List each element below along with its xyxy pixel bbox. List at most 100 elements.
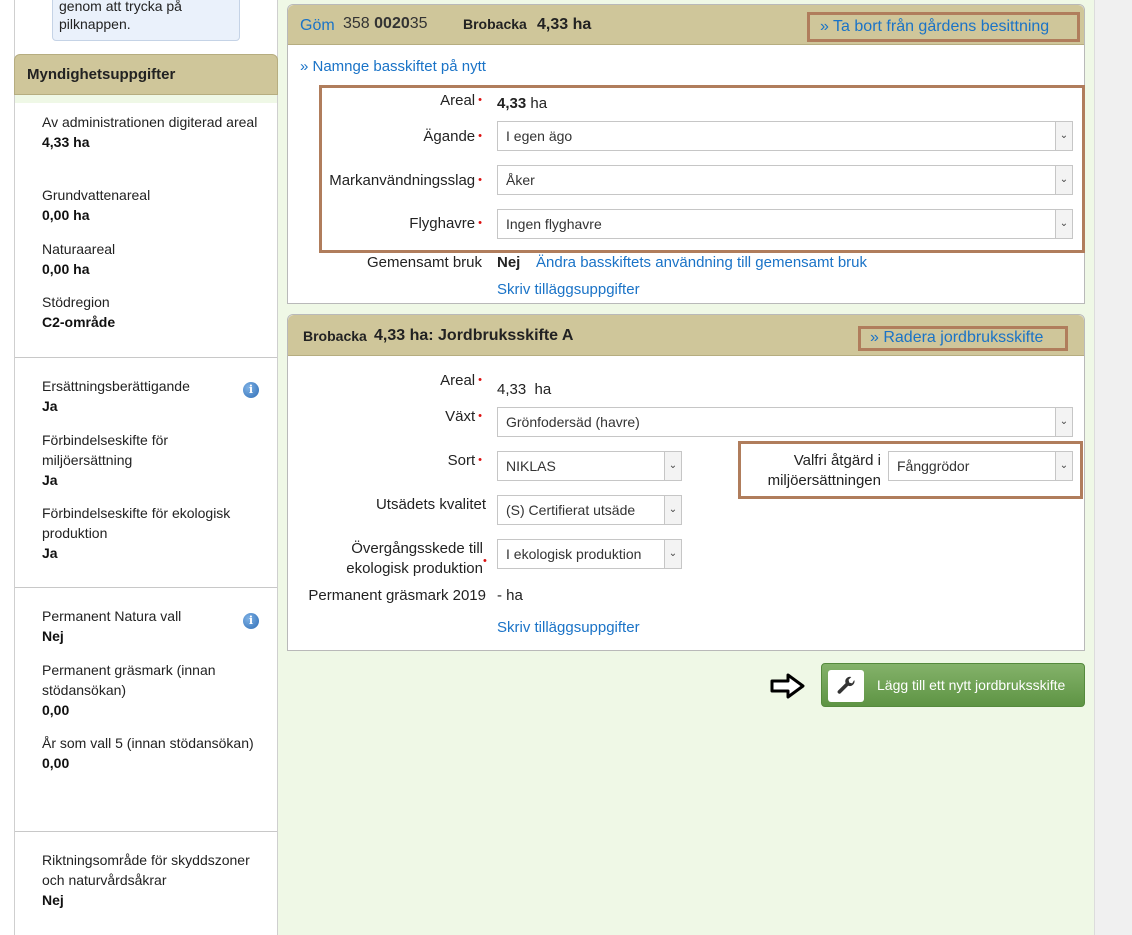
chevron-down-icon: ⌄ xyxy=(1055,122,1072,150)
divider xyxy=(15,831,277,832)
myndighet-item: Permanent Natura vall Nej xyxy=(42,606,262,646)
flyghavre-label: Flyghavre • xyxy=(409,215,482,232)
additional-info-link[interactable]: Skriv tilläggsuppgifter xyxy=(497,619,640,636)
item-value: 0,00 xyxy=(42,702,70,718)
add-jordbruksskifte-button[interactable]: Lägg till ett nytt jordbruksskifte xyxy=(821,663,1085,707)
info-icon[interactable]: i xyxy=(243,613,259,629)
areal-label: Areal • xyxy=(440,92,482,109)
divider xyxy=(15,587,277,588)
item-label: Av administrationen digiterad areal xyxy=(42,114,258,130)
help-info-box: genom att trycka på pilknappen. xyxy=(52,0,240,41)
header-strip xyxy=(15,95,277,103)
item-value: 0,00 xyxy=(42,755,70,771)
chevron-down-icon: ⌄ xyxy=(1055,408,1072,436)
block-id: 358 002035 xyxy=(343,15,428,33)
item-value: Ja xyxy=(42,472,58,488)
utsade-select[interactable]: (S) Certifierat utsäde ⌄ xyxy=(497,495,682,525)
sort-select[interactable]: NIKLAS ⌄ xyxy=(497,451,682,481)
overgang-label: Övergångsskede till ekologisk produktion xyxy=(346,540,483,577)
arrow-right-icon xyxy=(770,673,805,699)
markanvandning-select[interactable]: Åker ⌄ xyxy=(497,165,1073,195)
sort-label: Sort • xyxy=(447,452,482,469)
block-id-prefix: 358 xyxy=(343,15,370,32)
section-title: Myndighetsuppgifter xyxy=(27,66,176,83)
myndighet-item: Naturaareal 0,00 ha xyxy=(42,239,262,279)
divider xyxy=(15,357,277,358)
required-icon: • xyxy=(478,94,482,106)
jordbruksskifte-panel: Brobacka 4,33 ha: Jordbruksskifte A » Ra… xyxy=(287,314,1085,651)
chevron-down-icon: ⌄ xyxy=(664,540,681,568)
add-button-label: Lägg till ett nytt jordbruksskifte xyxy=(877,677,1066,693)
vaxt-label: Växt • xyxy=(445,408,482,425)
myndighet-item: Av administrationen digiterad areal 4,33… xyxy=(42,112,262,152)
required-icon: • xyxy=(478,454,482,466)
areal-value: 4,33 ha xyxy=(497,381,552,398)
item-label: Stödregion xyxy=(42,294,110,310)
perm-grasmark-value: - ha xyxy=(497,587,523,604)
remove-possession-link[interactable]: » Ta bort från gårdens besittning xyxy=(820,18,1049,36)
delete-skifte-link[interactable]: » Radera jordbruksskifte xyxy=(870,329,1043,347)
valfri-label: Valfri åtgärd i miljöersättningen xyxy=(767,452,881,489)
myndighet-item: Förbindelseskifte för ekologisk produkti… xyxy=(42,503,262,563)
vaxt-select[interactable]: Grönfodersäd (havre) ⌄ xyxy=(497,407,1073,437)
rename-link[interactable]: » Namnge basskiftet på nytt xyxy=(300,58,486,75)
utsade-label: Utsädets kvalitet xyxy=(375,496,486,513)
required-icon: • xyxy=(478,130,482,142)
hide-link[interactable]: Göm xyxy=(300,17,335,35)
required-icon: • xyxy=(483,555,487,567)
required-icon: • xyxy=(478,410,482,422)
help-info-text: genom att trycka på pilknappen. xyxy=(59,0,182,32)
required-icon: • xyxy=(478,174,482,186)
gemensamt-label: Gemensamt bruk xyxy=(366,254,482,271)
change-shared-use-link[interactable]: Ändra basskiftets användning till gemens… xyxy=(536,254,867,271)
scroll-gutter xyxy=(1094,0,1132,935)
block-id-suffix: 35 xyxy=(409,15,428,32)
item-label: Permanent Natura vall xyxy=(42,608,182,624)
basskifte-panel: Göm 358 002035 Brobacka 4,33 ha » Ta bor… xyxy=(287,4,1085,304)
perm-grasmark-label: Permanent gräsmark 2019 xyxy=(308,587,486,604)
myndighet-item: Riktningsområde för skyddszoner och natu… xyxy=(42,850,262,910)
info-icon[interactable]: i xyxy=(243,382,259,398)
item-label: Naturaareal xyxy=(42,241,116,257)
item-value: 0,00 ha xyxy=(42,207,90,223)
myndighetsuppgifter-header: Myndighetsuppgifter xyxy=(14,54,278,95)
item-label: Förbindelseskifte för miljöersättning xyxy=(42,432,169,468)
item-value: 4,33 ha xyxy=(42,134,90,150)
item-value: Nej xyxy=(42,892,64,908)
item-label: Grundvattenareal xyxy=(42,187,151,203)
chevron-down-icon: ⌄ xyxy=(1055,166,1072,194)
valfri-select[interactable]: Fånggrödor ⌄ xyxy=(888,451,1073,481)
areal-label: Areal • xyxy=(440,372,482,389)
myndighet-item: Förbindelseskifte för miljöersättning Ja xyxy=(42,430,262,490)
item-value: Ja xyxy=(42,398,58,414)
myndighet-item: År som vall 5 (innan stödansökan) 0,00 xyxy=(42,733,262,773)
required-icon: • xyxy=(478,217,482,229)
skifte-title: 4,33 ha: Jordbruksskifte A xyxy=(374,327,574,344)
myndighet-item: Ersättningsberättigande Ja xyxy=(42,376,262,416)
myndighet-item: Stödregion C2-område xyxy=(42,292,262,332)
item-label: Ersättningsberättigande xyxy=(42,378,190,394)
item-label: Permanent gräsmark (innan stödansökan) xyxy=(42,662,216,698)
item-label: Förbindelseskifte för ekologisk produkti… xyxy=(42,505,231,541)
areal-value: 4,33 ha xyxy=(497,95,548,112)
item-value: C2-område xyxy=(42,314,116,330)
chevron-down-icon: ⌄ xyxy=(664,496,681,524)
overgang-select[interactable]: I ekologisk produktion ⌄ xyxy=(497,539,682,569)
skifte-name: Brobacka xyxy=(463,16,527,32)
skifte-area: 4,33 ha xyxy=(537,16,592,33)
required-icon: • xyxy=(478,374,482,386)
chevron-down-icon: ⌄ xyxy=(664,452,681,480)
agande-select[interactable]: I egen ägo ⌄ xyxy=(497,121,1073,151)
myndighet-item: Permanent gräsmark (innan stödansökan) 0… xyxy=(42,660,262,720)
item-label: Riktningsområde för skyddszoner och natu… xyxy=(42,852,250,888)
item-value: 0,00 ha xyxy=(42,261,90,277)
wrench-icon xyxy=(828,670,864,702)
skifte-name: Brobacka xyxy=(303,328,367,344)
item-value: Nej xyxy=(42,628,64,644)
block-id-mid: 0020 xyxy=(374,15,410,32)
flyghavre-select[interactable]: Ingen flyghavre ⌄ xyxy=(497,209,1073,239)
myndighet-item: Grundvattenareal 0,00 ha xyxy=(42,185,262,225)
agande-label: Ägande • xyxy=(423,128,482,145)
additional-info-link[interactable]: Skriv tilläggsuppgifter xyxy=(497,281,640,298)
item-value: Ja xyxy=(42,545,58,561)
